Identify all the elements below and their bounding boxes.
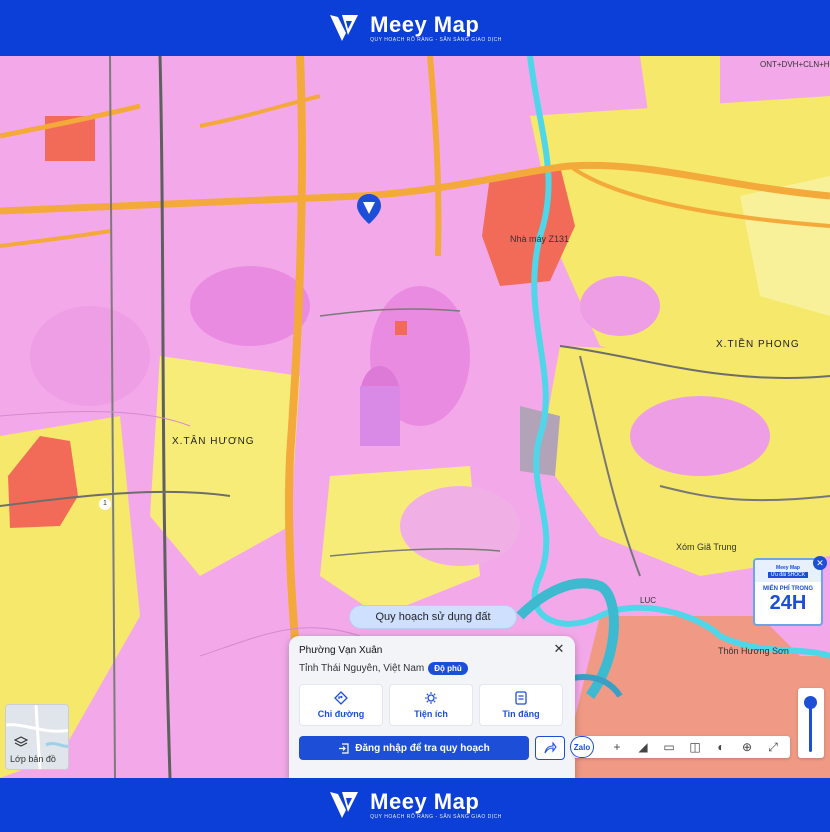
fullscreen-icon[interactable]: ⤢ <box>764 738 782 756</box>
listings-label: Tin đăng <box>502 709 540 719</box>
share-button[interactable] <box>535 736 565 760</box>
brand-tagline: QUY HOẠCH RÕ RÀNG - SẴN SÀNG GIAO DỊCH <box>370 36 502 43</box>
map-label-factory: Nhà máy Z131 <box>510 234 570 244</box>
directions-icon <box>334 691 348 705</box>
popup-location: Tỉnh Thái Nguyên, Việt Nam <box>299 663 425 674</box>
road-marker-1: 1 <box>99 498 111 510</box>
brand: Meey Map QUY HOẠCH RÕ RÀNG - SẴN SÀNG GI… <box>328 11 502 45</box>
bottom-brand-bar: Meey Map QUY HOẠCH RÕ RÀNG - SẴN SÀNG GI… <box>0 778 830 832</box>
layer-control-label: Lớp bản đồ <box>10 754 56 764</box>
map-label-tan-huong: X.TÂN HƯƠNG <box>172 436 255 447</box>
brand-bottom: Meey Map QUY HOẠCH RÕ RÀNG - SẴN SÀNG GI… <box>328 788 502 822</box>
promo-banner[interactable]: Meey Map Ưu đãi SHOCK MIỄN PHÍ TRONG 24H <box>753 558 823 626</box>
layer-control-button[interactable]: Lớp bản đồ <box>5 704 69 770</box>
login-icon <box>339 742 349 754</box>
promo-header: Meey Map Ưu đãi SHOCK <box>755 560 821 582</box>
popup-title: Phường Vạn Xuân <box>299 645 383 656</box>
my-location-icon[interactable]: ⊕ <box>738 738 756 756</box>
planning-map[interactable]: Nhà máy Z131 X.TIỀN PHONG X.TÂN HƯƠNG Th… <box>0 56 830 778</box>
map-label-gia-trung: Xóm Giã Trung <box>676 542 737 552</box>
listings-button[interactable]: Tin đăng <box>479 684 563 726</box>
zoom-slider[interactable] <box>798 688 824 758</box>
zalo-button[interactable]: Zalo <box>570 736 594 758</box>
brand-tagline-bottom: QUY HOẠCH RÕ RÀNG - SẴN SÀNG GIAO DỊCH <box>370 813 502 820</box>
split-view-icon[interactable]: ◫ <box>686 738 704 756</box>
measure-tool-icon[interactable]: ▭ <box>660 738 678 756</box>
brand-name: Meey Map <box>370 11 480 37</box>
plan-type-button[interactable]: Quy hoạch sử dụng đất <box>349 605 517 629</box>
promo-close-icon[interactable]: ✕ <box>813 556 827 570</box>
login-button-label: Đăng nhập để tra quy hoạch <box>355 742 490 754</box>
opacity-icon[interactable]: ◐ <box>712 738 730 756</box>
layers-icon <box>14 736 28 747</box>
coverage-badge[interactable]: Độ phủ <box>428 662 468 675</box>
map-toolbar: − + ◢ ▭ ◫ ◐ ⊕ ⤢ <box>574 736 790 758</box>
zoom-knob[interactable] <box>804 696 817 709</box>
map-label-luc: LUC <box>640 596 657 605</box>
amenities-button[interactable]: Tiện ích <box>389 684 473 726</box>
promo-hours: 24H <box>769 592 807 614</box>
promo-shock: Ưu đãi SHOCK <box>767 571 809 578</box>
meey-logo-icon <box>330 15 359 41</box>
listing-icon <box>515 691 527 705</box>
meey-logo-icon <box>330 792 359 818</box>
map-label-tien-phong: X.TIỀN PHONG <box>716 339 800 350</box>
promo-brand: Meey Map <box>776 564 800 571</box>
location-popup: Phường Vạn Xuân ✕ Tỉnh Thái Nguyên, Việt… <box>289 636 575 778</box>
map-label-huong-son: Thôn Hương Sơn <box>718 646 789 656</box>
amenities-icon <box>425 692 437 704</box>
draw-tool-icon[interactable]: ◢ <box>634 738 652 756</box>
zoom-in-button[interactable]: + <box>608 738 626 756</box>
map-label-zoning: ONT+DVH+CLN+HNK <box>760 60 830 69</box>
brand-name-bottom: Meey Map <box>370 788 480 814</box>
location-pin-icon[interactable] <box>357 194 381 224</box>
close-icon[interactable]: ✕ <box>552 642 566 656</box>
popup-location-row: Tỉnh Thái Nguyên, Việt Nam Độ phủ <box>299 662 565 675</box>
directions-label: Chỉ đường <box>317 709 365 719</box>
share-icon <box>543 741 557 753</box>
popup-actions: Chỉ đường Tiện ích Tin đăng <box>299 684 565 726</box>
login-row: Đăng nhập để tra quy hoạch <box>299 736 565 760</box>
directions-button[interactable]: Chỉ đường <box>299 684 383 726</box>
login-button[interactable]: Đăng nhập để tra quy hoạch <box>299 736 529 760</box>
app-frame: Meey Map QUY HOẠCH RÕ RÀNG - SẴN SÀNG GI… <box>0 0 830 832</box>
top-brand-bar: Meey Map QUY HOẠCH RÕ RÀNG - SẴN SÀNG GI… <box>0 0 830 56</box>
amenities-label: Tiện ích <box>414 709 448 719</box>
